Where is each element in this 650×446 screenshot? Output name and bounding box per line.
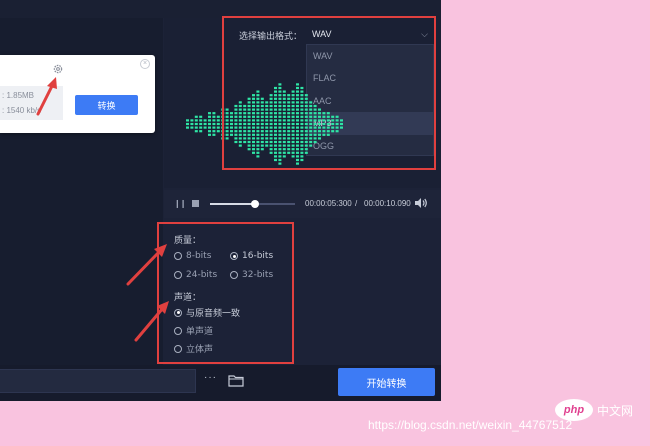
output-path-input[interactable] [0, 369, 196, 393]
waveform-segment [208, 119, 211, 122]
file-info-box: : 1.85MB : 1540 kb/s [0, 86, 63, 120]
waveform-segment [203, 119, 207, 122]
waveform-segment [208, 126, 211, 129]
waveform-segment [199, 115, 203, 118]
waveform-segment [203, 122, 207, 126]
waveform-segment [186, 119, 189, 122]
settings-popup: × : 1.85MB : 1540 kb/s 转换 [0, 55, 155, 133]
waveform-segment [208, 130, 211, 133]
time-separator: / [355, 199, 358, 208]
pause-icon[interactable]: ❙❙ [174, 199, 186, 208]
waveform-segment [199, 126, 203, 129]
bitrate-text: : 1540 kb/s [2, 106, 42, 115]
waveform-segment [212, 130, 216, 133]
waveform-segment [216, 126, 220, 129]
waveform-segment [190, 122, 194, 126]
file-size-text: : 1.85MB [2, 91, 35, 100]
waveform-segment [194, 115, 198, 118]
watermark-url: https://blog.csdn.net/weixin_44767512 [368, 418, 573, 432]
waveform-segment [212, 126, 216, 129]
waveform-segment [216, 115, 220, 118]
waveform-segment [216, 119, 220, 122]
waveform-segment [216, 122, 220, 126]
current-time: 00:00:05:300 [305, 199, 352, 208]
waveform-segment [208, 112, 211, 115]
highlight-box-format [222, 16, 436, 170]
waveform-segment [190, 119, 194, 122]
waveform-segment [186, 126, 189, 129]
waveform-segment [216, 130, 220, 133]
waveform-segment [203, 126, 207, 129]
volume-icon[interactable] [414, 197, 428, 209]
waveform-segment [212, 122, 216, 126]
waveform-segment [199, 119, 203, 122]
waveform-segment [212, 119, 216, 122]
php-site-text: 中文网 [597, 404, 634, 418]
progress-fill [210, 203, 256, 205]
stop-icon[interactable] [192, 200, 199, 207]
more-button[interactable]: ··· [204, 372, 217, 383]
app-window: × : 1.85MB : 1540 kb/s 转换 选择输出格式： WAV ⌵ … [0, 0, 441, 401]
close-icon[interactable]: × [140, 59, 150, 69]
convert-button[interactable]: 转换 [75, 95, 138, 115]
folder-icon[interactable] [228, 374, 244, 387]
highlight-box-options [157, 222, 294, 364]
start-convert-button[interactable]: 开始转换 [338, 368, 435, 396]
waveform-segment [212, 112, 216, 115]
waveform-segment [194, 130, 198, 133]
waveform-segment [194, 122, 198, 126]
waveform-segment [208, 133, 211, 136]
gear-icon[interactable] [52, 63, 64, 75]
progress-slider[interactable] [210, 200, 295, 208]
waveform-segment [194, 126, 198, 129]
total-time: 00:00:10.090 [364, 199, 411, 208]
waveform-segment [194, 119, 198, 122]
waveform-segment [190, 126, 194, 129]
progress-handle[interactable] [251, 200, 260, 208]
php-logo: php [555, 399, 593, 421]
waveform-segment [199, 122, 203, 126]
waveform-segment [212, 133, 216, 136]
waveform-segment [186, 122, 189, 126]
waveform-segment [208, 122, 211, 126]
waveform-segment [212, 115, 216, 118]
waveform-segment [199, 130, 203, 133]
waveform-segment [208, 115, 211, 118]
